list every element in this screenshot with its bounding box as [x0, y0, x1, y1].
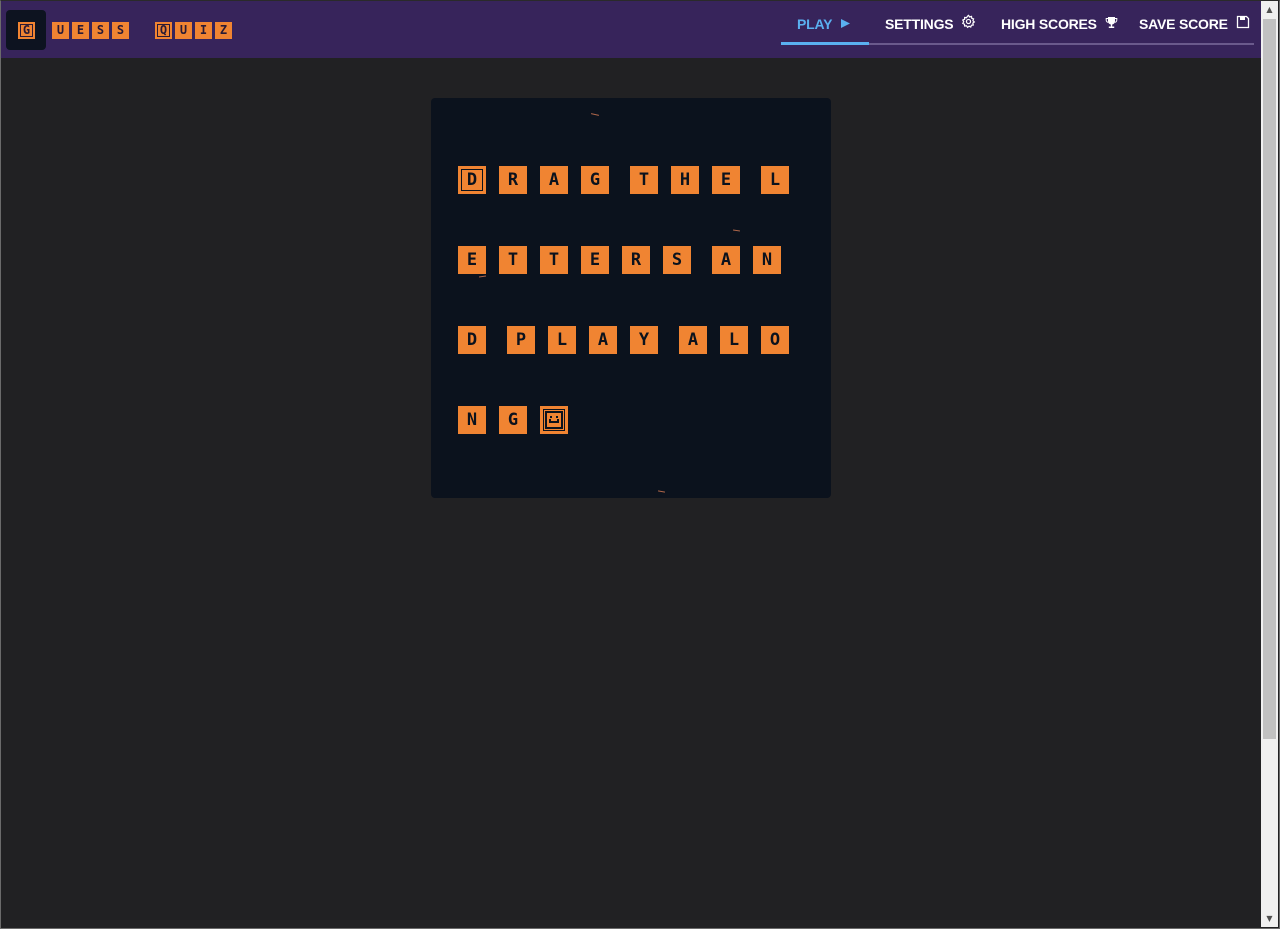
letter-tile[interactable]: N: [458, 406, 486, 434]
letter-tile[interactable]: Y: [630, 326, 658, 354]
letter-tile[interactable]: N: [753, 246, 781, 274]
nav-settings-label: SETTINGS: [885, 16, 954, 32]
scroll-down-arrow-icon[interactable]: ▼: [1261, 910, 1278, 927]
nav-settings[interactable]: SETTINGS: [885, 14, 976, 35]
letter-tile[interactable]: D: [458, 326, 486, 354]
letter-tile[interactable]: E: [581, 246, 609, 274]
play-triangle-icon: [840, 15, 851, 33]
letter-tile[interactable]: E: [458, 246, 486, 274]
letter-tile[interactable]: T: [499, 246, 527, 274]
logo-tile: S: [112, 22, 129, 39]
letter-tile[interactable]: R: [499, 166, 527, 194]
letter-tile[interactable]: R: [622, 246, 650, 274]
letter-tile[interactable]: G: [499, 406, 527, 434]
nav-active-indicator: [781, 42, 869, 45]
spark-particle: [590, 113, 600, 116]
trophy-icon: [1105, 15, 1118, 33]
letter-tile[interactable]: A: [589, 326, 617, 354]
letter-tile[interactable]: T: [540, 246, 568, 274]
spark-particle: [657, 490, 666, 493]
letter-tile[interactable]: S: [663, 246, 691, 274]
letter-tile[interactable]: D: [458, 166, 486, 194]
nav-play-label: PLAY: [797, 16, 833, 32]
gear-icon: [961, 14, 976, 33]
logo-tile: Z: [215, 22, 232, 39]
logo-tile: I: [195, 22, 212, 39]
letter-tile[interactable]: O: [761, 326, 789, 354]
letter-tile[interactable]: T: [630, 166, 658, 194]
logo[interactable]: G U E S S Q U I Z: [6, 10, 246, 50]
letter-tile[interactable]: L: [720, 326, 748, 354]
logo-tile: S: [92, 22, 109, 39]
scroll-up-arrow-icon[interactable]: ▲: [1261, 1, 1278, 18]
letter-tile[interactable]: H: [671, 166, 699, 194]
letter-tile[interactable]: L: [761, 166, 789, 194]
smiley-tile[interactable]: [540, 406, 568, 434]
logo-tile: E: [72, 22, 89, 39]
letter-tile[interactable]: L: [548, 326, 576, 354]
spark-particle: [732, 229, 741, 232]
spark-particle: [478, 275, 487, 278]
logo-tile: U: [175, 22, 192, 39]
scroll-thumb[interactable]: [1263, 19, 1276, 739]
logo-tile: U: [52, 22, 69, 39]
nav-high-scores[interactable]: HIGH SCORES: [1001, 15, 1118, 35]
game-board[interactable]: D R A G T H E L E T T E R S A N D P L A …: [431, 98, 831, 498]
letter-tile[interactable]: A: [712, 246, 740, 274]
letter-tile[interactable]: G: [581, 166, 609, 194]
nav-save-score[interactable]: SAVE SCORE: [1139, 15, 1250, 35]
vertical-scrollbar[interactable]: ▲ ▼: [1261, 1, 1278, 927]
nav-save-score-label: SAVE SCORE: [1139, 16, 1228, 32]
nav-play[interactable]: PLAY: [797, 15, 851, 35]
letter-tile[interactable]: A: [540, 166, 568, 194]
logo-tile: Q: [155, 22, 172, 39]
letter-tile[interactable]: E: [712, 166, 740, 194]
logo-first-letter-container: G: [6, 10, 46, 50]
letter-tile[interactable]: P: [507, 326, 535, 354]
nav-high-scores-label: HIGH SCORES: [1001, 16, 1097, 32]
logo-tile: G: [18, 22, 35, 39]
letter-tile[interactable]: A: [679, 326, 707, 354]
floppy-disk-icon: [1236, 15, 1250, 33]
